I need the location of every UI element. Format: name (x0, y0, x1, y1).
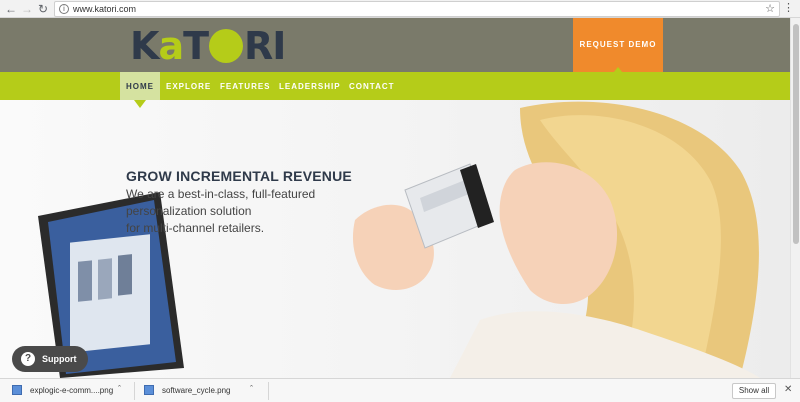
hero-banner: GROW INCREMENTAL REVENUE We are a best-i… (0, 100, 790, 378)
close-icon[interactable]: ✕ (784, 384, 792, 395)
download-filename: explogic-e-comm....png (30, 386, 114, 395)
page-scrollbar[interactable] (790, 18, 800, 378)
nav-item-home[interactable]: HOME (120, 72, 160, 100)
hero-headline: GROW INCREMENTAL REVENUE (126, 168, 352, 184)
nav-item-leadership[interactable]: LEADERSHIP (279, 72, 341, 100)
nav-item-explore[interactable]: EXPLORE (166, 72, 211, 100)
nav-item-contact[interactable]: CONTACT (349, 72, 395, 100)
show-all-button[interactable]: Show all (732, 383, 776, 399)
download-item[interactable]: software_cycle.png ˆ (144, 383, 262, 399)
reload-icon[interactable]: ↻ (36, 2, 50, 16)
chevron-up-icon[interactable]: ˆ (250, 384, 253, 394)
support-label: Support (42, 354, 77, 364)
support-button[interactable]: ? Support (12, 346, 88, 372)
site-header: KaT RI REQUEST DEMO (0, 18, 790, 73)
star-icon[interactable]: ☆ (765, 2, 775, 15)
url-text[interactable]: www.katori.com (73, 4, 136, 14)
divider (134, 382, 135, 400)
browser-toolbar: ← → ↻ i www.katori.com ☆ ⋮ (0, 0, 800, 18)
main-nav: HOME EXPLORE FEATURES LEADERSHIP CONTACT (0, 72, 790, 100)
forward-icon[interactable]: → (20, 2, 34, 16)
back-icon[interactable]: ← (4, 2, 18, 16)
hero-line-1: We are a best-in-class, full-featured (126, 187, 316, 201)
hero-line-2: personalization solution (126, 204, 252, 218)
image-file-icon (144, 385, 154, 395)
download-shelf: explogic-e-comm....png ˆ software_cycle.… (0, 378, 800, 402)
hero-line-3: for multi-channel retailers. (126, 221, 265, 235)
menu-icon[interactable]: ⋮ (783, 1, 794, 14)
katori-logo[interactable]: KaT RI (130, 24, 286, 68)
chevron-up-icon[interactable]: ˆ (118, 384, 121, 394)
nav-item-features[interactable]: FEATURES (220, 72, 271, 100)
download-item[interactable]: explogic-e-comm....png ˆ (12, 383, 130, 399)
logo-dot-icon (209, 29, 244, 63)
help-icon: ? (21, 352, 35, 366)
address-bar[interactable]: i www.katori.com ☆ (54, 1, 780, 17)
download-filename: software_cycle.png (162, 386, 231, 395)
active-nav-pointer (134, 100, 146, 108)
hero-illustration (38, 101, 760, 378)
scrollbar-thumb[interactable] (793, 24, 799, 244)
request-demo-button[interactable]: REQUEST DEMO (573, 18, 663, 73)
info-icon[interactable]: i (59, 4, 69, 14)
divider (268, 382, 269, 400)
image-file-icon (12, 385, 22, 395)
